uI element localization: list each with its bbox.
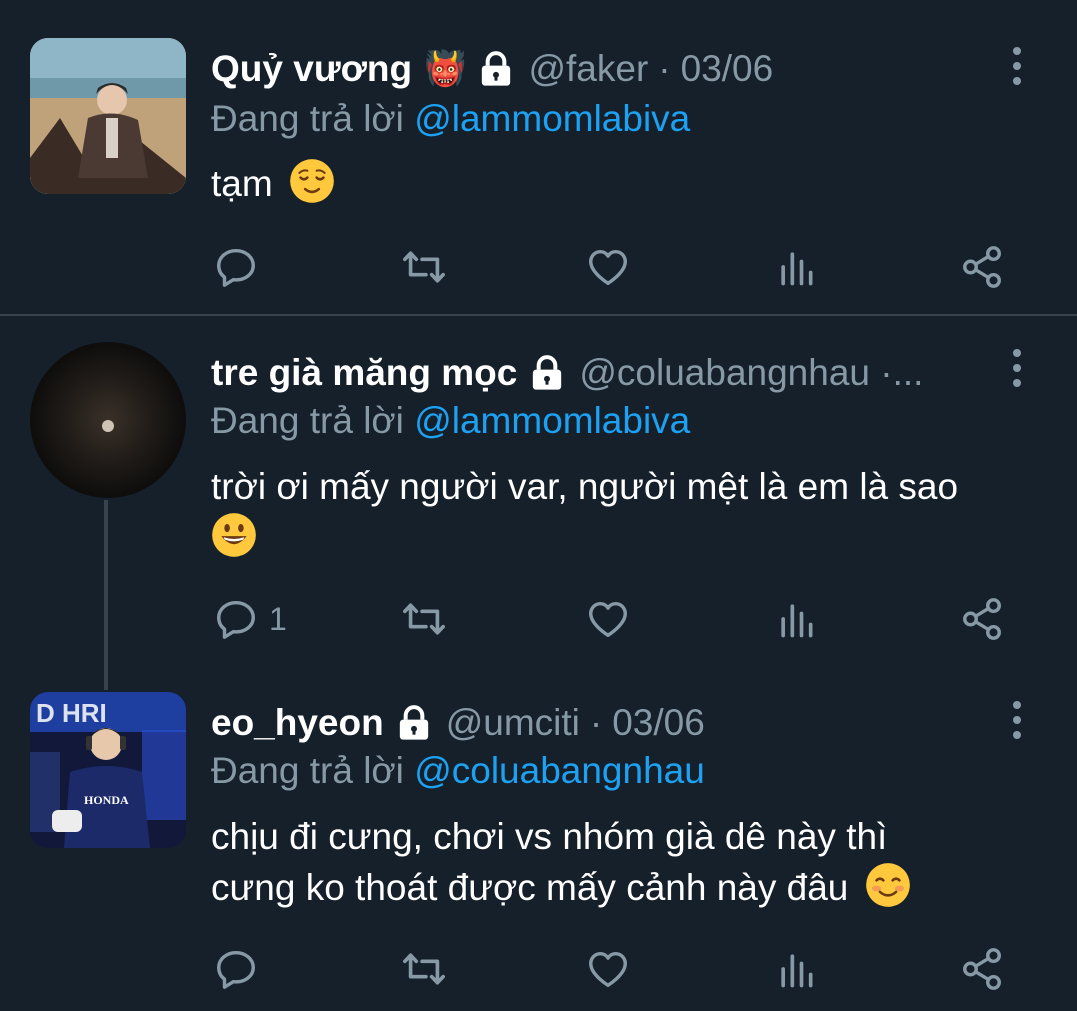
relieved-face-icon <box>290 159 334 203</box>
tweet-actions <box>0 242 1077 292</box>
like-icon <box>584 946 632 992</box>
reply-button[interactable] <box>213 242 259 292</box>
replying-to: Đang trả lời @lammomlabiva <box>211 400 690 442</box>
mention-link[interactable]: @lammomlabiva <box>414 98 690 139</box>
analytics-icon <box>774 596 818 642</box>
user-handle[interactable]: @umciti <box>446 702 580 744</box>
share-button[interactable] <box>958 944 1006 994</box>
analytics-button[interactable] <box>774 242 818 292</box>
more-icon[interactable] <box>1005 38 1029 94</box>
like-button[interactable] <box>584 594 632 644</box>
avatar[interactable]: D HRI HONDA <box>30 692 186 848</box>
share-icon <box>958 946 1006 992</box>
ogre-emoji-icon: 👹 <box>424 50 467 88</box>
reply-button[interactable]: 1 <box>213 594 287 644</box>
svg-text:HONDA: HONDA <box>84 793 129 807</box>
tweet-text-content: tạm <box>211 163 273 204</box>
tweet-date[interactable]: 03/06 <box>612 702 705 744</box>
tweet-actions <box>0 944 1077 994</box>
tweet-text: tạm <box>211 158 1037 209</box>
share-icon <box>958 596 1006 642</box>
separator: · <box>658 48 671 89</box>
avatar[interactable] <box>30 38 186 194</box>
lock-icon <box>476 49 516 89</box>
smiling-face-icon <box>865 863 910 907</box>
reply-icon <box>213 244 259 290</box>
display-name[interactable]: eo_hyeon <box>211 702 384 744</box>
share-icon <box>958 244 1006 290</box>
replying-to-label: Đang trả lời <box>211 98 404 139</box>
tweet-text: trời ơi mấy người var, người mệt là em l… <box>211 462 1037 563</box>
lock-icon <box>527 353 567 393</box>
grinning-face-icon <box>212 513 256 557</box>
replying-to-label: Đang trả lời <box>211 750 404 791</box>
reply-count: 1 <box>269 600 287 637</box>
more-icon[interactable] <box>1005 692 1029 748</box>
replying-to: Đang trả lời @coluabangnhau <box>211 750 705 792</box>
tweet-text-line: cưng ko thoát được mấy cảnh này đâu <box>211 867 849 908</box>
separator: · <box>589 702 603 743</box>
share-button[interactable] <box>958 242 1006 292</box>
like-button[interactable] <box>584 944 632 994</box>
analytics-button[interactable] <box>774 944 818 994</box>
like-button[interactable] <box>584 242 632 292</box>
reply-icon <box>213 596 259 642</box>
tweet[interactable]: Quỷ vương 👹 @faker · 03/06 Đang trả lời … <box>0 0 1077 316</box>
user-handle[interactable]: @faker <box>528 48 648 90</box>
tweet-date[interactable]: 03/06 <box>681 48 774 90</box>
tweet-actions: 1 <box>0 594 1077 644</box>
display-name[interactable]: Quỷ vương <box>211 48 412 90</box>
share-button[interactable] <box>958 594 1006 644</box>
analytics-icon <box>774 946 818 992</box>
analytics-icon <box>774 244 818 290</box>
retweet-button[interactable] <box>398 594 450 644</box>
replying-to: Đang trả lời @lammomlabiva <box>211 98 690 140</box>
user-handle[interactable]: @coluabangnhau ·... <box>579 352 923 394</box>
tweet-text: chịu đi cưng, chơi vs nhóm già dê này th… <box>211 812 1037 913</box>
more-icon[interactable] <box>1005 340 1029 396</box>
retweet-icon <box>398 946 450 992</box>
retweet-icon <box>398 596 450 642</box>
tweet-header: tre già măng mọc @coluabangnhau ·... <box>211 345 987 401</box>
tweet[interactable]: D HRI HONDA eo_hyeon @umciti · 03/06 Đan… <box>0 676 1077 1011</box>
replying-to-label: Đang trả lời <box>211 400 404 441</box>
like-icon <box>584 596 632 642</box>
avatar[interactable] <box>30 342 186 498</box>
analytics-button[interactable] <box>774 594 818 644</box>
lock-icon <box>394 703 434 743</box>
tweet[interactable]: tre già măng mọc @coluabangnhau ·... Đan… <box>0 316 1077 676</box>
retweet-button[interactable] <box>398 242 450 292</box>
mention-link[interactable]: @lammomlabiva <box>414 400 690 441</box>
tweet-text-content: trời ơi mấy người var, người mệt là em l… <box>211 466 959 507</box>
like-icon <box>584 244 632 290</box>
tweet-text-line: chịu đi cưng, chơi vs nhóm già dê này th… <box>211 816 888 857</box>
reply-button[interactable] <box>213 944 259 994</box>
mention-link[interactable]: @coluabangnhau <box>414 750 705 791</box>
retweet-button[interactable] <box>398 944 450 994</box>
display-name[interactable]: tre già măng mọc <box>211 352 517 394</box>
tweet-header: eo_hyeon @umciti · 03/06 <box>211 695 987 751</box>
retweet-icon <box>398 244 450 290</box>
svg-text:D HRI: D HRI <box>36 698 107 728</box>
reply-icon <box>213 946 259 992</box>
tweet-header: Quỷ vương 👹 @faker · 03/06 <box>211 41 987 97</box>
